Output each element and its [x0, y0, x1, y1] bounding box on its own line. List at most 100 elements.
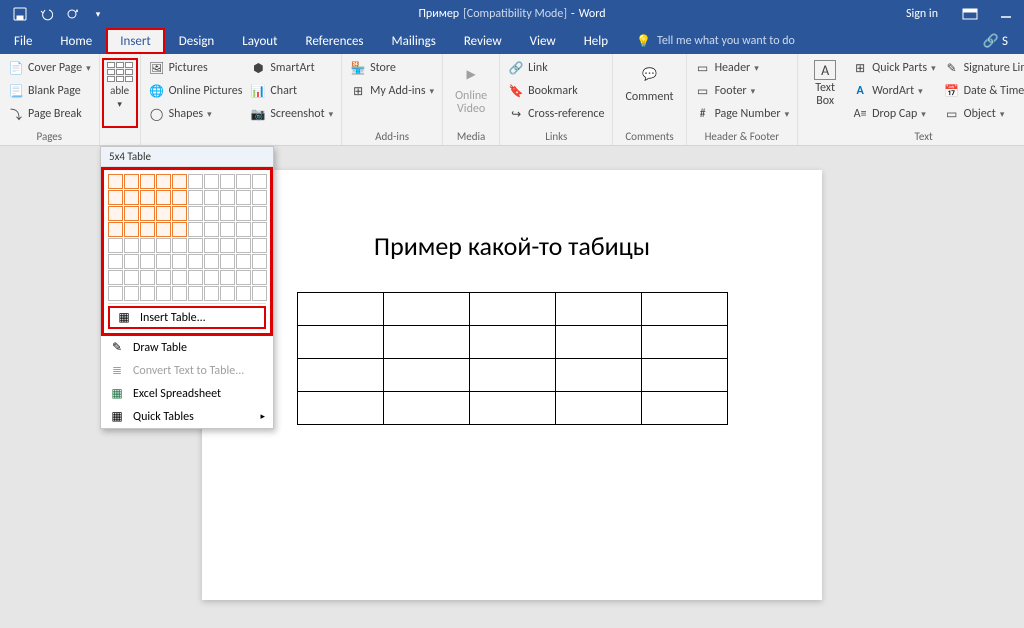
grid-cell[interactable] [236, 270, 251, 285]
grid-cell[interactable] [172, 238, 187, 253]
ribbon-display-icon[interactable] [952, 0, 988, 28]
online-pictures-button[interactable]: 🌐Online Pictures [149, 81, 243, 101]
blank-page-button[interactable]: 📃Blank Page [8, 81, 91, 101]
grid-cell[interactable] [172, 286, 187, 301]
grid-cell[interactable] [108, 286, 123, 301]
grid-cell[interactable] [204, 206, 219, 221]
grid-cell[interactable] [172, 254, 187, 269]
table-cell[interactable] [469, 392, 555, 425]
grid-cell[interactable] [140, 270, 155, 285]
quick-parts-button[interactable]: ⊞Quick Parts [852, 58, 936, 78]
grid-cell[interactable] [140, 286, 155, 301]
minimize-icon[interactable] [988, 0, 1024, 28]
grid-cell[interactable] [188, 254, 203, 269]
tab-layout[interactable]: Layout [228, 28, 291, 54]
grid-cell[interactable] [156, 174, 171, 189]
insert-table-item[interactable]: ▦Insert Table... [108, 306, 266, 329]
store-button[interactable]: 🏪Store [350, 58, 434, 78]
grid-cell[interactable] [252, 254, 267, 269]
redo-icon[interactable] [60, 2, 84, 26]
grid-cell[interactable] [220, 206, 235, 221]
grid-cell[interactable] [124, 174, 139, 189]
grid-cell[interactable] [172, 190, 187, 205]
grid-cell[interactable] [188, 206, 203, 221]
page-break-button[interactable]: ⤵Page Break [8, 104, 91, 124]
grid-cell[interactable] [124, 222, 139, 237]
bookmark-button[interactable]: 🔖Bookmark [508, 81, 604, 101]
grid-cell[interactable] [204, 238, 219, 253]
grid-cell[interactable] [140, 174, 155, 189]
grid-cell[interactable] [108, 206, 123, 221]
grid-cell[interactable] [204, 174, 219, 189]
tab-design[interactable]: Design [165, 28, 228, 54]
grid-cell[interactable] [220, 270, 235, 285]
grid-cell[interactable] [156, 222, 171, 237]
share-button[interactable]: 🔗 S [967, 34, 1024, 49]
grid-cell[interactable] [188, 174, 203, 189]
footer-button[interactable]: ▭Footer [695, 81, 790, 101]
grid-cell[interactable] [236, 174, 251, 189]
page-number-button[interactable]: #Page Number [695, 104, 790, 124]
grid-cell[interactable] [108, 174, 123, 189]
grid-cell[interactable] [236, 190, 251, 205]
grid-cell[interactable] [252, 222, 267, 237]
table-button[interactable]: able ▾ [102, 58, 138, 128]
table-cell[interactable] [641, 293, 727, 326]
tab-view[interactable]: View [516, 28, 570, 54]
qat-dropdown-icon[interactable]: ▾ [86, 2, 110, 26]
table-cell[interactable] [555, 293, 641, 326]
grid-cell[interactable] [204, 270, 219, 285]
table-cell[interactable] [383, 326, 469, 359]
grid-cell[interactable] [252, 238, 267, 253]
sign-in-link[interactable]: Sign in [892, 7, 952, 21]
grid-cell[interactable] [220, 238, 235, 253]
grid-cell[interactable] [124, 254, 139, 269]
grid-cell[interactable] [108, 222, 123, 237]
grid-cell[interactable] [156, 206, 171, 221]
grid-cell[interactable] [156, 270, 171, 285]
comment-button[interactable]: 💬 Comment [621, 58, 677, 128]
tab-insert[interactable]: Insert [106, 28, 165, 54]
cross-reference-button[interactable]: ↪Cross-reference [508, 104, 604, 124]
grid-cell[interactable] [204, 286, 219, 301]
grid-cell[interactable] [140, 222, 155, 237]
grid-cell[interactable] [124, 206, 139, 221]
document-page[interactable]: Пример какой-то табицы [202, 170, 822, 600]
tab-help[interactable]: Help [570, 28, 622, 54]
grid-cell[interactable] [220, 222, 235, 237]
grid-cell[interactable] [252, 206, 267, 221]
table-cell[interactable] [555, 392, 641, 425]
grid-cell[interactable] [124, 270, 139, 285]
table-cell[interactable] [297, 293, 383, 326]
grid-cell[interactable] [172, 270, 187, 285]
grid-cell[interactable] [156, 254, 171, 269]
grid-cell[interactable] [108, 254, 123, 269]
grid-cell[interactable] [156, 190, 171, 205]
tell-me-search[interactable]: 💡 Tell me what you want to do [622, 34, 795, 49]
wordart-button[interactable]: AWordArt [852, 81, 936, 101]
tab-mailings[interactable]: Mailings [378, 28, 450, 54]
grid-cell[interactable] [140, 190, 155, 205]
signature-line-button[interactable]: ✎Signature Line [944, 58, 1024, 78]
grid-cell[interactable] [108, 238, 123, 253]
grid-cell[interactable] [236, 238, 251, 253]
table-cell[interactable] [383, 293, 469, 326]
table-size-grid[interactable] [108, 174, 266, 301]
table-cell[interactable] [555, 359, 641, 392]
table-cell[interactable] [641, 326, 727, 359]
online-video-button[interactable]: ▶ Online Video [451, 58, 491, 128]
grid-cell[interactable] [140, 238, 155, 253]
table-cell[interactable] [555, 326, 641, 359]
document-heading[interactable]: Пример какой-то табицы [374, 230, 650, 262]
grid-cell[interactable] [124, 286, 139, 301]
table-cell[interactable] [297, 326, 383, 359]
grid-cell[interactable] [172, 206, 187, 221]
grid-cell[interactable] [172, 222, 187, 237]
quick-tables-item[interactable]: ▦Quick Tables▸ [101, 405, 273, 428]
grid-cell[interactable] [236, 206, 251, 221]
undo-icon[interactable] [34, 2, 58, 26]
grid-cell[interactable] [252, 286, 267, 301]
grid-cell[interactable] [236, 254, 251, 269]
table-cell[interactable] [469, 359, 555, 392]
tab-review[interactable]: Review [450, 28, 516, 54]
